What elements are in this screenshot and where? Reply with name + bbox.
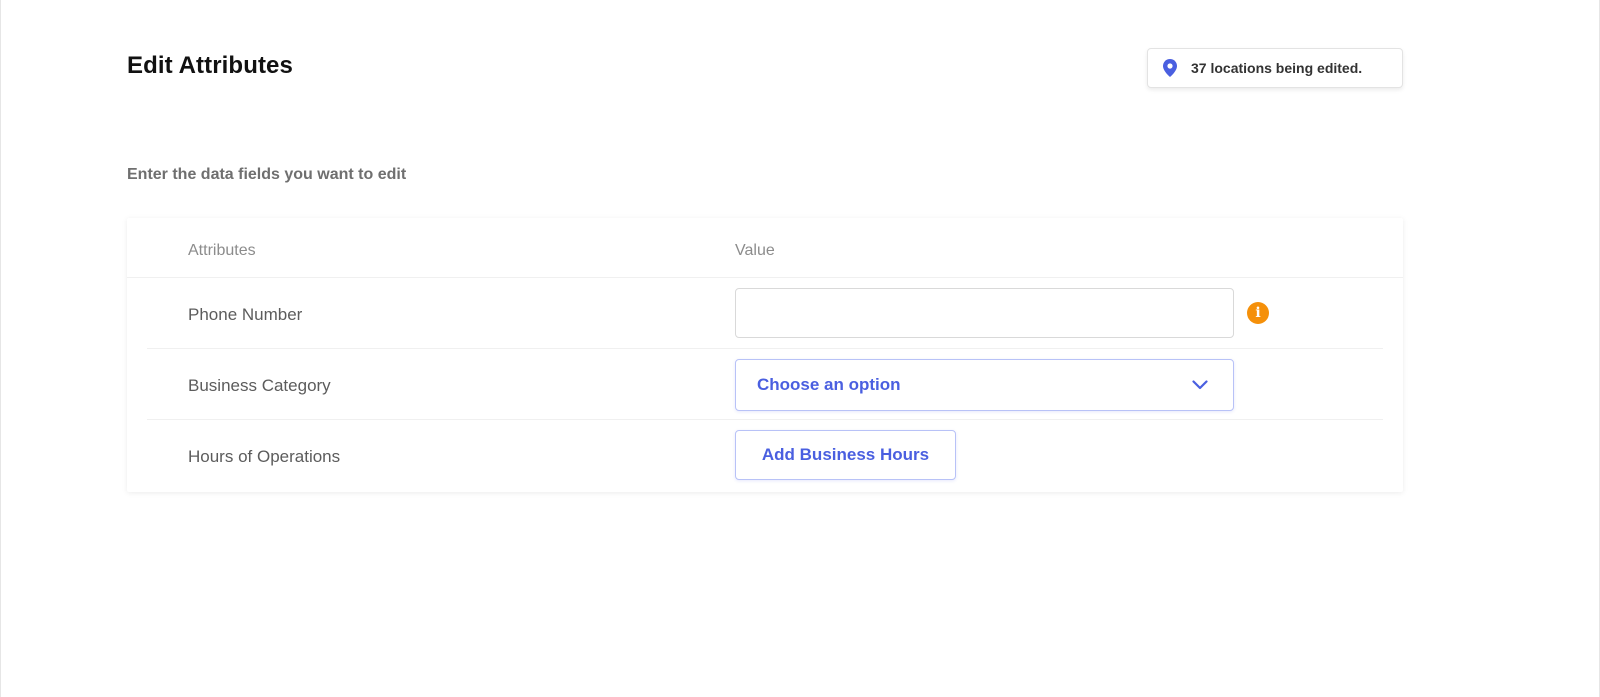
info-icon[interactable]: i	[1247, 302, 1269, 324]
table-row-business-category: Business Category Choose an option	[147, 349, 1383, 420]
locations-badge: 37 locations being edited.	[1147, 48, 1403, 88]
map-pin-icon	[1163, 59, 1177, 77]
business-category-selected-value: Choose an option	[757, 375, 901, 394]
page: Edit Attributes 37 locations being edite…	[0, 0, 1600, 697]
phone-number-input[interactable]	[735, 288, 1234, 338]
table-row-phone-number: Phone Number i	[147, 278, 1383, 349]
page-title: Edit Attributes	[127, 52, 293, 79]
attributes-table: Attributes Value Phone Number i Business…	[127, 218, 1403, 492]
page-subtitle: Enter the data fields you want to edit	[127, 166, 407, 183]
table-header: Attributes Value	[127, 218, 1403, 278]
locations-count-text: 37 locations being edited.	[1191, 60, 1363, 76]
business-category-label: Business Category	[188, 376, 331, 395]
business-category-select[interactable]: Choose an option	[735, 359, 1234, 411]
hours-of-operations-label: Hours of Operations	[188, 447, 341, 466]
add-business-hours-button[interactable]: Add Business Hours	[735, 430, 956, 480]
chevron-down-icon	[1191, 379, 1209, 391]
phone-number-label: Phone Number	[188, 305, 303, 324]
table-row-hours-of-operations: Hours of Operations Add Business Hours	[147, 420, 1383, 491]
column-header-value: Value	[735, 242, 775, 259]
column-header-attributes: Attributes	[188, 242, 256, 259]
